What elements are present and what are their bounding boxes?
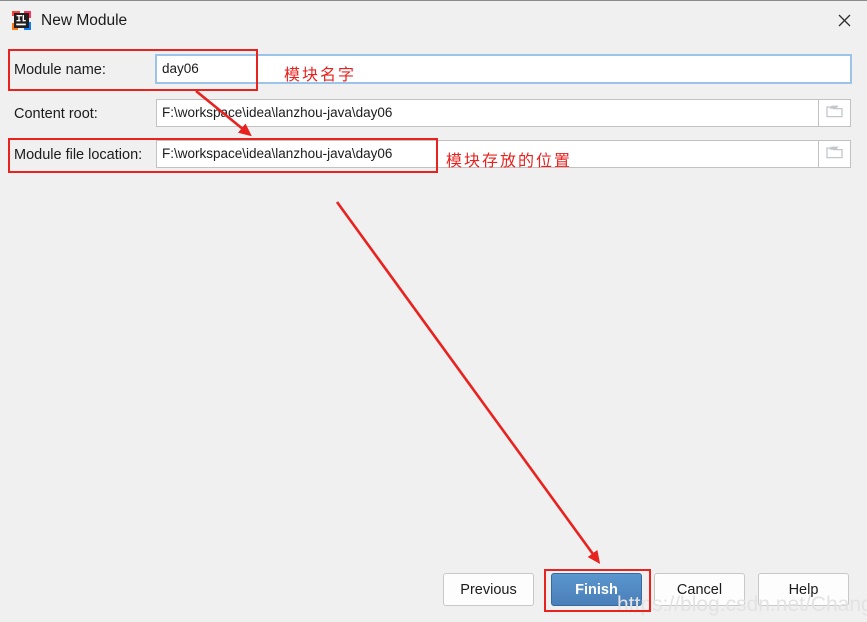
content-root-row: Content root: F:\workspace\idea\lanzhou-… bbox=[0, 99, 867, 129]
module-name-label: Module name: bbox=[14, 62, 106, 78]
page-title: New Module bbox=[41, 12, 128, 29]
module-file-location-label: Module file location: bbox=[14, 147, 143, 163]
title-bar: New Module bbox=[0, 1, 867, 39]
module-file-location-row: Module file location: F:\workspace\idea\… bbox=[0, 140, 867, 170]
intellij-idea-icon bbox=[11, 10, 32, 31]
module-file-location-input[interactable]: F:\workspace\idea\lanzhou-java\day06 bbox=[156, 140, 819, 168]
module-file-location-browse-button[interactable] bbox=[819, 140, 851, 168]
folder-icon bbox=[826, 104, 843, 123]
content-root-input[interactable]: F:\workspace\idea\lanzhou-java\day06 bbox=[156, 99, 819, 127]
folder-icon bbox=[826, 145, 843, 164]
content-root-label: Content root: bbox=[14, 106, 98, 122]
module-name-input[interactable]: day06 bbox=[156, 55, 851, 83]
previous-button[interactable]: Previous bbox=[443, 573, 534, 606]
annotation-arrows bbox=[195, 89, 601, 564]
close-icon[interactable] bbox=[821, 1, 867, 39]
content-root-browse-button[interactable] bbox=[819, 99, 851, 127]
arrow-to-finish-button bbox=[335, 201, 601, 564]
module-name-row: Module name: day06 bbox=[0, 55, 867, 85]
new-module-dialog: New Module Module name: day06 Content ro… bbox=[0, 0, 867, 621]
watermark: https://blog.csdn.net/ChangeNore bbox=[617, 593, 867, 616]
annotation-overlay: 模块名字 模块存放的位置 bbox=[0, 1, 867, 622]
